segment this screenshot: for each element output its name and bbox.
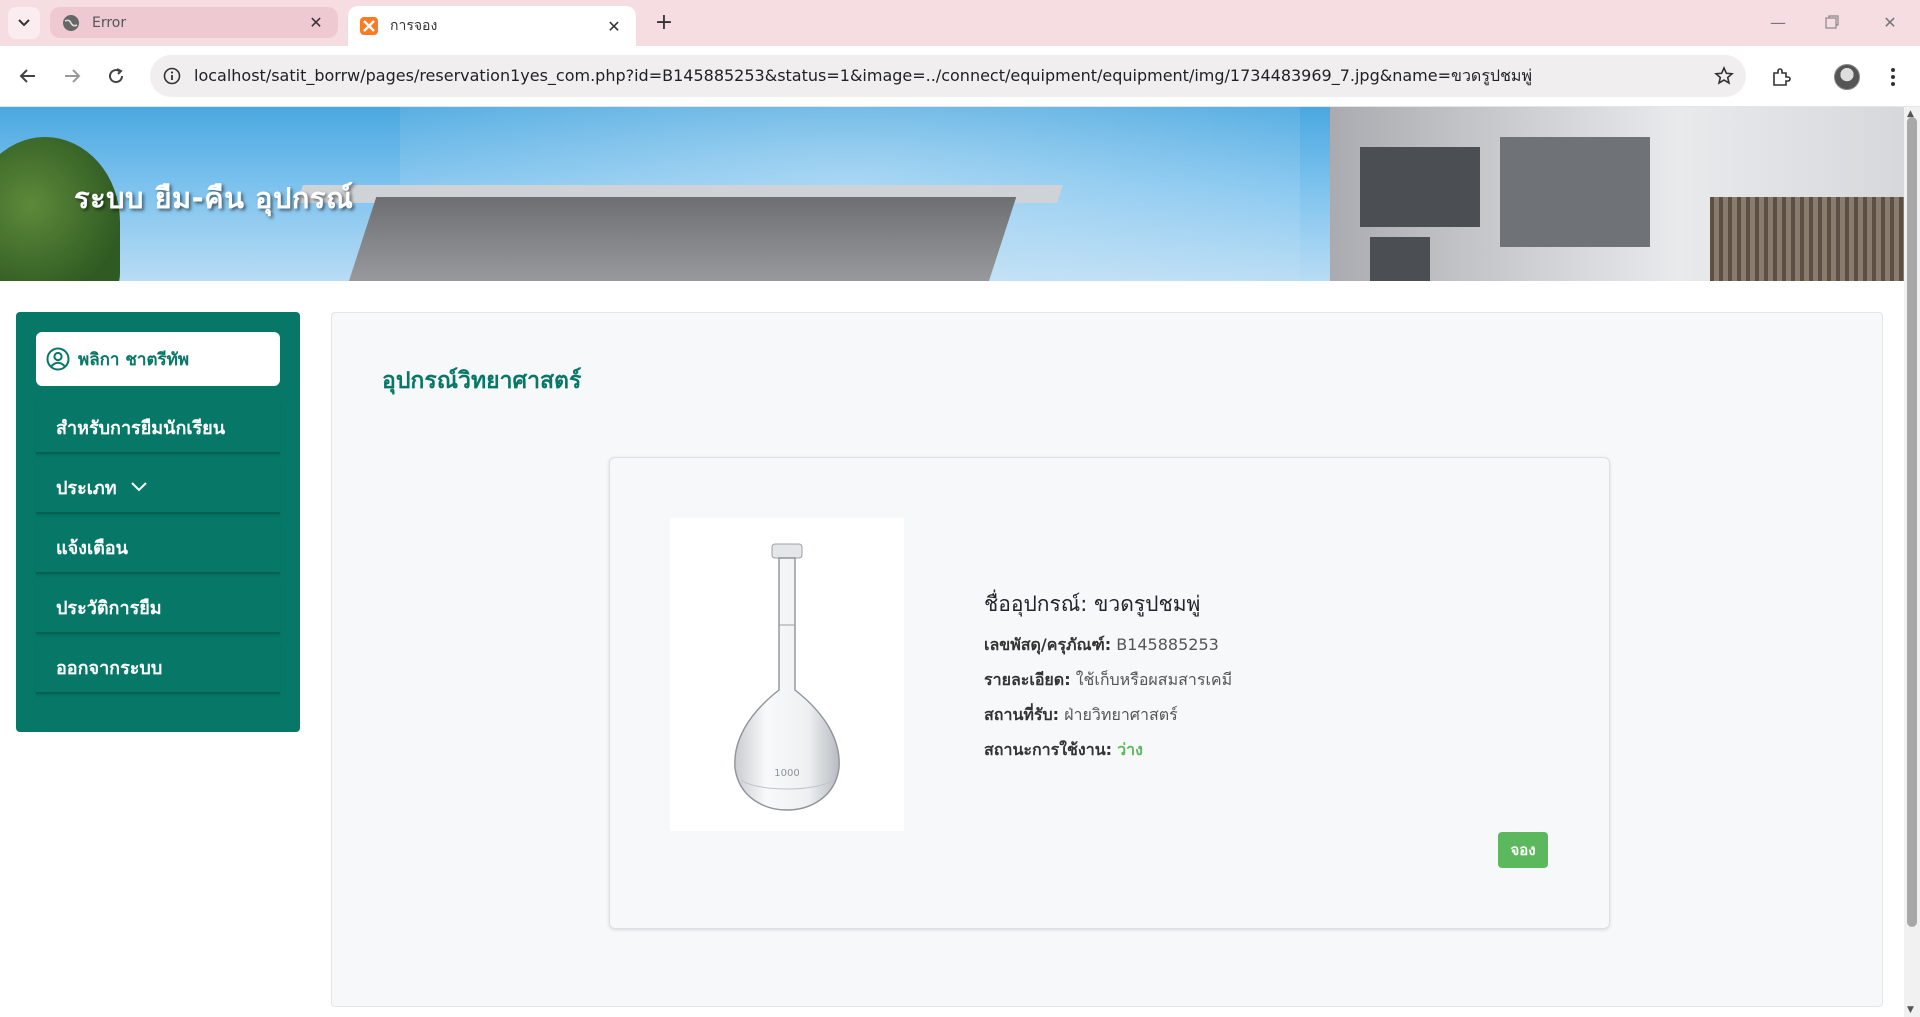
equipment-image: 1000 [670,518,904,831]
bookmark-star-icon[interactable] [1702,66,1746,86]
equipment-status-label: สถานะการใช้งาน: [984,740,1113,759]
flask-marking: 1000 [774,768,799,779]
forward-icon[interactable] [56,60,88,92]
close-icon[interactable]: ✕ [604,16,624,36]
user-name: พลิกา ชาตรีทัพ [78,349,190,370]
restore-icon[interactable] [1812,8,1852,36]
reload-icon[interactable] [100,60,132,92]
equipment-location: ฝ่ายวิทยาศาสตร์ [1064,705,1178,724]
sidebar-item-borrow-history[interactable]: ประวัติการยืม [36,582,280,634]
sidebar-item-label: แจ้งเตือน [56,537,128,559]
new-tab-button[interactable]: + [650,8,678,36]
volumetric-flask-icon: 1000 [734,543,840,811]
main-panel: อุปกรณ์วิทยาศาสตร์ 1000 ชื่ออุปกรณ์: ขวด… [331,312,1883,1007]
sidebar-item-label: ประเภท [56,477,117,499]
header-banner: ระบบ ยืม-คืน อุปกรณ์ [0,107,1904,281]
equipment-status-row: สถานะการใช้งาน: ว่าง [984,738,1544,763]
equipment-detail-row: รายละเอียด: ใช้เก็บหรือผสมสารเคมี [984,668,1544,693]
banner-slats [1710,197,1904,281]
equipment-code: B145885253 [1116,635,1219,654]
browser-toolbar: localhost/satit_borrw/pages/reservation1… [0,46,1920,107]
reserve-button[interactable]: จอง [1498,832,1548,868]
equipment-detail: ใช้เก็บหรือผสมสารเคมี [1075,670,1233,689]
status-badge: ว่าง [1117,740,1143,759]
equipment-location-row: สถานที่รับ: ฝ่ายวิทยาศาสตร์ [984,703,1544,728]
equipment-code-label: เลขพัสดุ/ครุภัณฑ์: [984,635,1112,654]
minimize-icon[interactable]: — [1758,8,1798,36]
tab-title: การจอง [390,18,438,34]
site-info-icon[interactable] [150,67,194,85]
address-bar[interactable]: localhost/satit_borrw/pages/reservation1… [150,55,1746,97]
window-close-icon[interactable]: ✕ [1870,8,1910,36]
url-text[interactable]: localhost/satit_borrw/pages/reservation1… [194,64,1702,89]
tab-error[interactable]: Error ✕ [50,7,338,38]
scroll-down-icon[interactable]: ▼ [1907,1005,1914,1015]
globe-icon [62,14,80,32]
equipment-info: ชื่ออุปกรณ์: ขวดรูปชมพู่ เลขพัสดุ/ครุภัณ… [984,588,1544,773]
sidebar-item-label: ออกจากระบบ [56,657,163,679]
sidebar: พลิกา ชาตรีทัพ สำหรับการยืมนักเรียน ประเ… [16,312,300,732]
scrollbar-thumb[interactable] [1907,117,1917,927]
user-card[interactable]: พลิกา ชาตรีทัพ [36,332,280,386]
equipment-name-line: ชื่ออุปกรณ์: ขวดรูปชมพู่ [984,588,1544,621]
extensions-icon[interactable] [1764,60,1798,94]
avatar [1834,64,1860,90]
user-circle-icon [46,347,70,371]
page-viewport: ระบบ ยืม-คืน อุปกรณ์ พลิกา ชาตรีทัพ สำหร… [0,107,1904,1017]
equipment-code-row: เลขพัสดุ/ครุภัณฑ์: B145885253 [984,633,1544,658]
back-icon[interactable] [12,60,44,92]
sidebar-item-logout[interactable]: ออกจากระบบ [36,642,280,694]
xampp-icon [360,17,378,35]
sidebar-item-notifications[interactable]: แจ้งเตือน [36,522,280,574]
equipment-name-label: ชื่ออุปกรณ์: [984,592,1088,616]
sidebar-item-student-borrow[interactable]: สำหรับการยืมนักเรียน [36,402,280,454]
equipment-detail-label: รายละเอียด: [984,670,1071,689]
page-title: อุปกรณ์วิทยาศาสตร์ [382,368,582,394]
site-title: ระบบ ยืม-คืน อุปกรณ์ [74,181,354,215]
tab-title: Error [92,14,127,31]
equipment-location-label: สถานที่รับ: [984,705,1060,724]
close-icon[interactable]: ✕ [306,13,326,33]
tab-search-button[interactable] [8,7,40,39]
banner-building-right [1330,107,1904,281]
browser-tab-bar: Error ✕ การจอง ✕ + — ✕ [0,0,1920,46]
page-scrollbar[interactable]: ▲ ▼ [1904,107,1920,1017]
chevron-down-icon [18,19,30,27]
tab-reservation[interactable]: การจอง ✕ [348,6,636,46]
sidebar-item-category[interactable]: ประเภท [36,462,280,514]
equipment-card: 1000 ชื่ออุปกรณ์: ขวดรูปชมพู่ เลขพัสดุ/ค… [609,457,1610,929]
sidebar-item-label: ประวัติการยืม [56,597,162,619]
sidebar-item-label: สำหรับการยืมนักเรียน [56,417,226,439]
equipment-name: ขวดรูปชมพู่ [1094,592,1201,616]
menu-kebab-icon[interactable] [1876,60,1910,94]
banner-building-left [343,197,1017,281]
chevron-down-icon [130,482,147,492]
profile-avatar[interactable] [1830,60,1864,94]
